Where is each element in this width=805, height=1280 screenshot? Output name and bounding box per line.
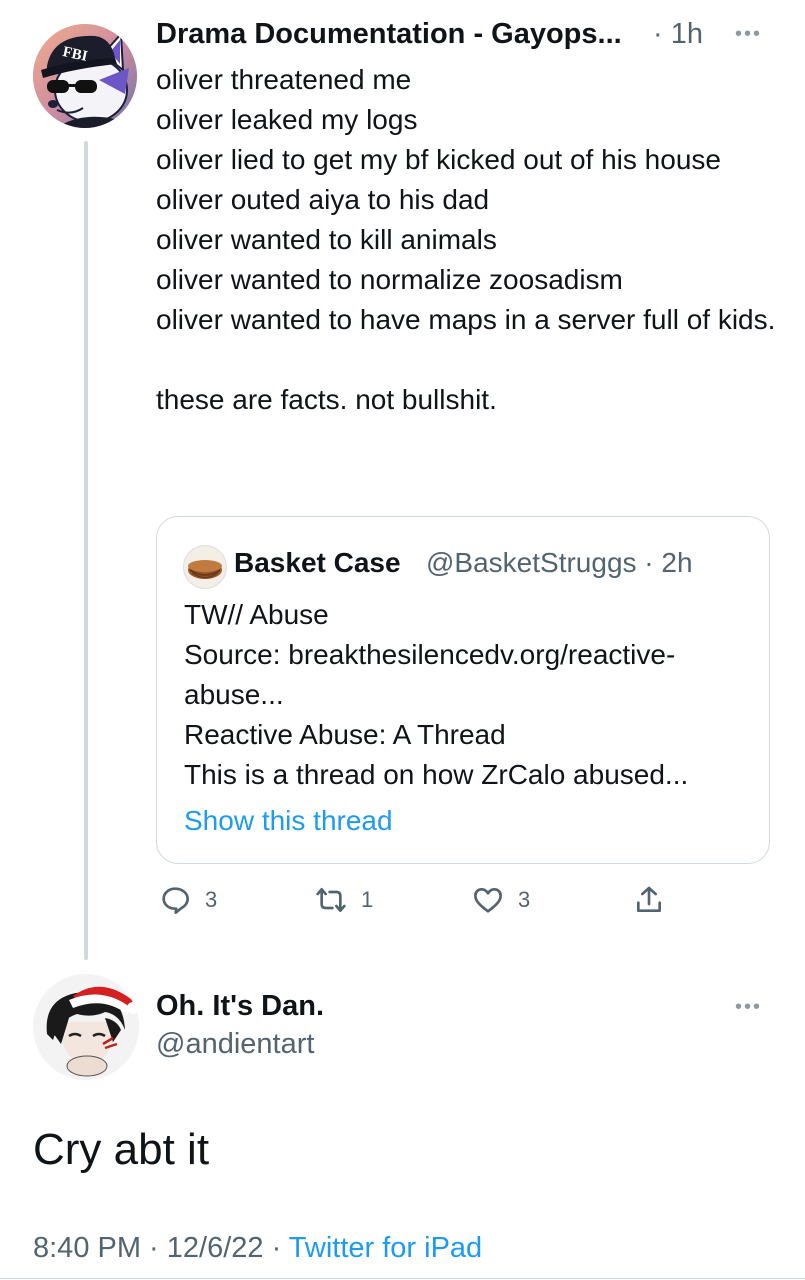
like-count: 3: [518, 887, 531, 912]
retweet-count: 1: [361, 887, 374, 912]
heart-icon: [474, 888, 502, 913]
wolf-avatar-art: FBI: [33, 24, 137, 128]
divider: [0, 1278, 805, 1279]
tweet-text: oliver threatened me oliver leaked my lo…: [156, 64, 776, 415]
basket-icon: [188, 560, 222, 579]
thread-connector-line: [84, 141, 88, 960]
reply-count: 3: [205, 887, 218, 912]
more-dots-icon[interactable]: •••: [735, 997, 762, 1017]
reply-button[interactable]: 3: [159, 884, 217, 916]
avatar[interactable]: [33, 974, 139, 1080]
user-handle[interactable]: @andientart: [156, 1028, 314, 1061]
tweet-metadata: 8:40 PM · 12/6/22 · Twitter for iPad: [33, 1232, 482, 1265]
like-button[interactable]: 3: [472, 884, 530, 916]
show-thread-link[interactable]: Show this thread: [184, 805, 393, 837]
source-link[interactable]: Twitter for iPad: [289, 1232, 482, 1264]
tweet-time[interactable]: · 1h: [653, 18, 703, 51]
share-icon: [637, 886, 661, 912]
quote-display-name: Basket Case: [234, 547, 401, 578]
display-name[interactable]: Oh. It's Dan.: [156, 990, 324, 1023]
share-button[interactable]: [633, 884, 665, 916]
timestamp[interactable]: 8:40 PM · 12/6/22 ·: [33, 1232, 289, 1264]
tweet-text: Cry abt it: [33, 1125, 210, 1174]
quote-text: TW// Abuse Source: breakthesilencedv.org…: [184, 599, 689, 790]
retweet-button[interactable]: 1: [315, 884, 373, 916]
retweet-icon: [316, 888, 346, 912]
anime-avatar-art: [33, 974, 139, 1080]
display-name[interactable]: Drama Documentation - Gayops...: [156, 18, 622, 51]
quote-handle-time: @BasketStruggs · 2h: [426, 547, 693, 578]
quote-tweet-card[interactable]: Basket Case @BasketStruggs · 2h TW// Abu…: [156, 516, 770, 864]
avatar[interactable]: FBI: [33, 24, 137, 128]
reply-icon: [162, 887, 189, 914]
basket-avatar: [183, 545, 227, 589]
more-dots-icon[interactable]: •••: [735, 24, 762, 44]
